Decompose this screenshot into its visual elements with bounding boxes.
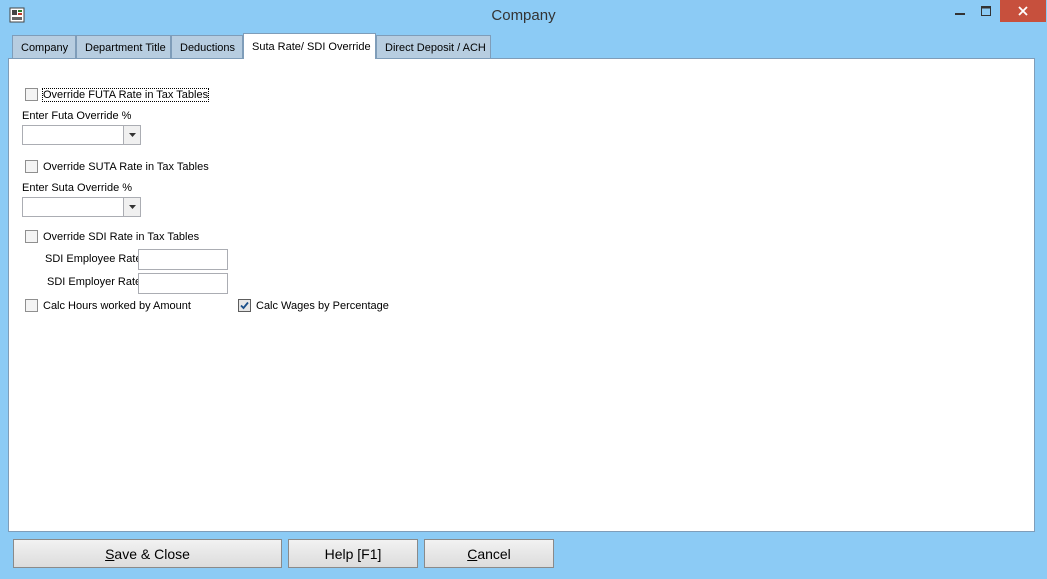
- save-close-mnemonic: S: [105, 545, 115, 562]
- suta-override-box[interactable]: [25, 160, 38, 173]
- calc-wages-checkbox[interactable]: Calc Wages by Percentage: [238, 299, 389, 312]
- save-close-button[interactable]: Save & Close: [13, 539, 282, 568]
- chevron-down-icon: [128, 205, 136, 209]
- company-window: Company Company Department Title Deducti…: [0, 0, 1047, 579]
- help-button[interactable]: Help [F1]: [288, 539, 418, 568]
- cancel-label: ancel: [477, 545, 511, 562]
- cancel-mnemonic: C: [467, 545, 478, 562]
- cancel-button[interactable]: Cancel: [424, 539, 554, 568]
- sdi-employer-rate-input[interactable]: [138, 273, 228, 294]
- suta-percent-label: Enter Suta Override %: [22, 182, 133, 194]
- calc-hours-label: Calc Hours worked by Amount: [43, 299, 191, 312]
- futa-override-label: Override FUTA Rate in Tax Tables: [41, 87, 210, 102]
- futa-override-checkbox[interactable]: Override FUTA Rate in Tax Tables: [25, 87, 210, 102]
- tab-department-title[interactable]: Department Title: [76, 35, 171, 59]
- suta-percent-combo[interactable]: [22, 197, 141, 217]
- sdi-override-checkbox[interactable]: Override SDI Rate in Tax Tables: [25, 230, 199, 243]
- calc-wages-box[interactable]: [238, 299, 251, 312]
- tab-direct-deposit[interactable]: Direct Deposit / ACH: [376, 35, 491, 59]
- sdi-employee-rate-label: SDI Employee Rate: [45, 253, 142, 265]
- tab-panel-suta-sdi: Override FUTA Rate in Tax Tables Enter F…: [8, 58, 1035, 532]
- close-icon: [1018, 6, 1028, 16]
- futa-percent-combo[interactable]: [22, 125, 141, 145]
- window-title: Company: [491, 7, 556, 24]
- maximize-icon: [981, 6, 991, 16]
- title-bar[interactable]: Company: [0, 0, 1047, 32]
- sdi-override-label: Override SDI Rate in Tax Tables: [43, 230, 200, 243]
- help-label: Help [F1]: [324, 545, 382, 562]
- futa-percent-label: Enter Futa Override %: [22, 110, 132, 122]
- suta-override-checkbox[interactable]: Override SUTA Rate in Tax Tables: [25, 160, 209, 173]
- maximize-button[interactable]: [973, 0, 999, 22]
- calc-hours-checkbox[interactable]: Calc Hours worked by Amount: [25, 299, 191, 312]
- chevron-down-icon: [128, 133, 136, 137]
- futa-override-box[interactable]: [25, 88, 38, 101]
- calc-hours-box[interactable]: [25, 299, 38, 312]
- checkmark-icon: [240, 301, 249, 310]
- sdi-employee-rate-input[interactable]: [138, 249, 228, 270]
- futa-dropdown-button[interactable]: [123, 126, 140, 144]
- minimize-button[interactable]: [947, 0, 973, 22]
- tab-suta-sdi-override[interactable]: Suta Rate/ SDI Override: [243, 33, 376, 59]
- close-button[interactable]: [1000, 0, 1046, 22]
- suta-dropdown-button[interactable]: [123, 198, 140, 216]
- calc-wages-label: Calc Wages by Percentage: [256, 299, 389, 312]
- tab-deductions[interactable]: Deductions: [171, 35, 243, 59]
- suta-override-label: Override SUTA Rate in Tax Tables: [43, 160, 209, 173]
- minimize-icon: [955, 13, 965, 15]
- sdi-employer-rate-label: SDI Employer Rate: [47, 276, 142, 288]
- sdi-override-box[interactable]: [25, 230, 38, 243]
- tab-company[interactable]: Company: [12, 35, 76, 59]
- save-close-label: ave & Close: [114, 545, 190, 562]
